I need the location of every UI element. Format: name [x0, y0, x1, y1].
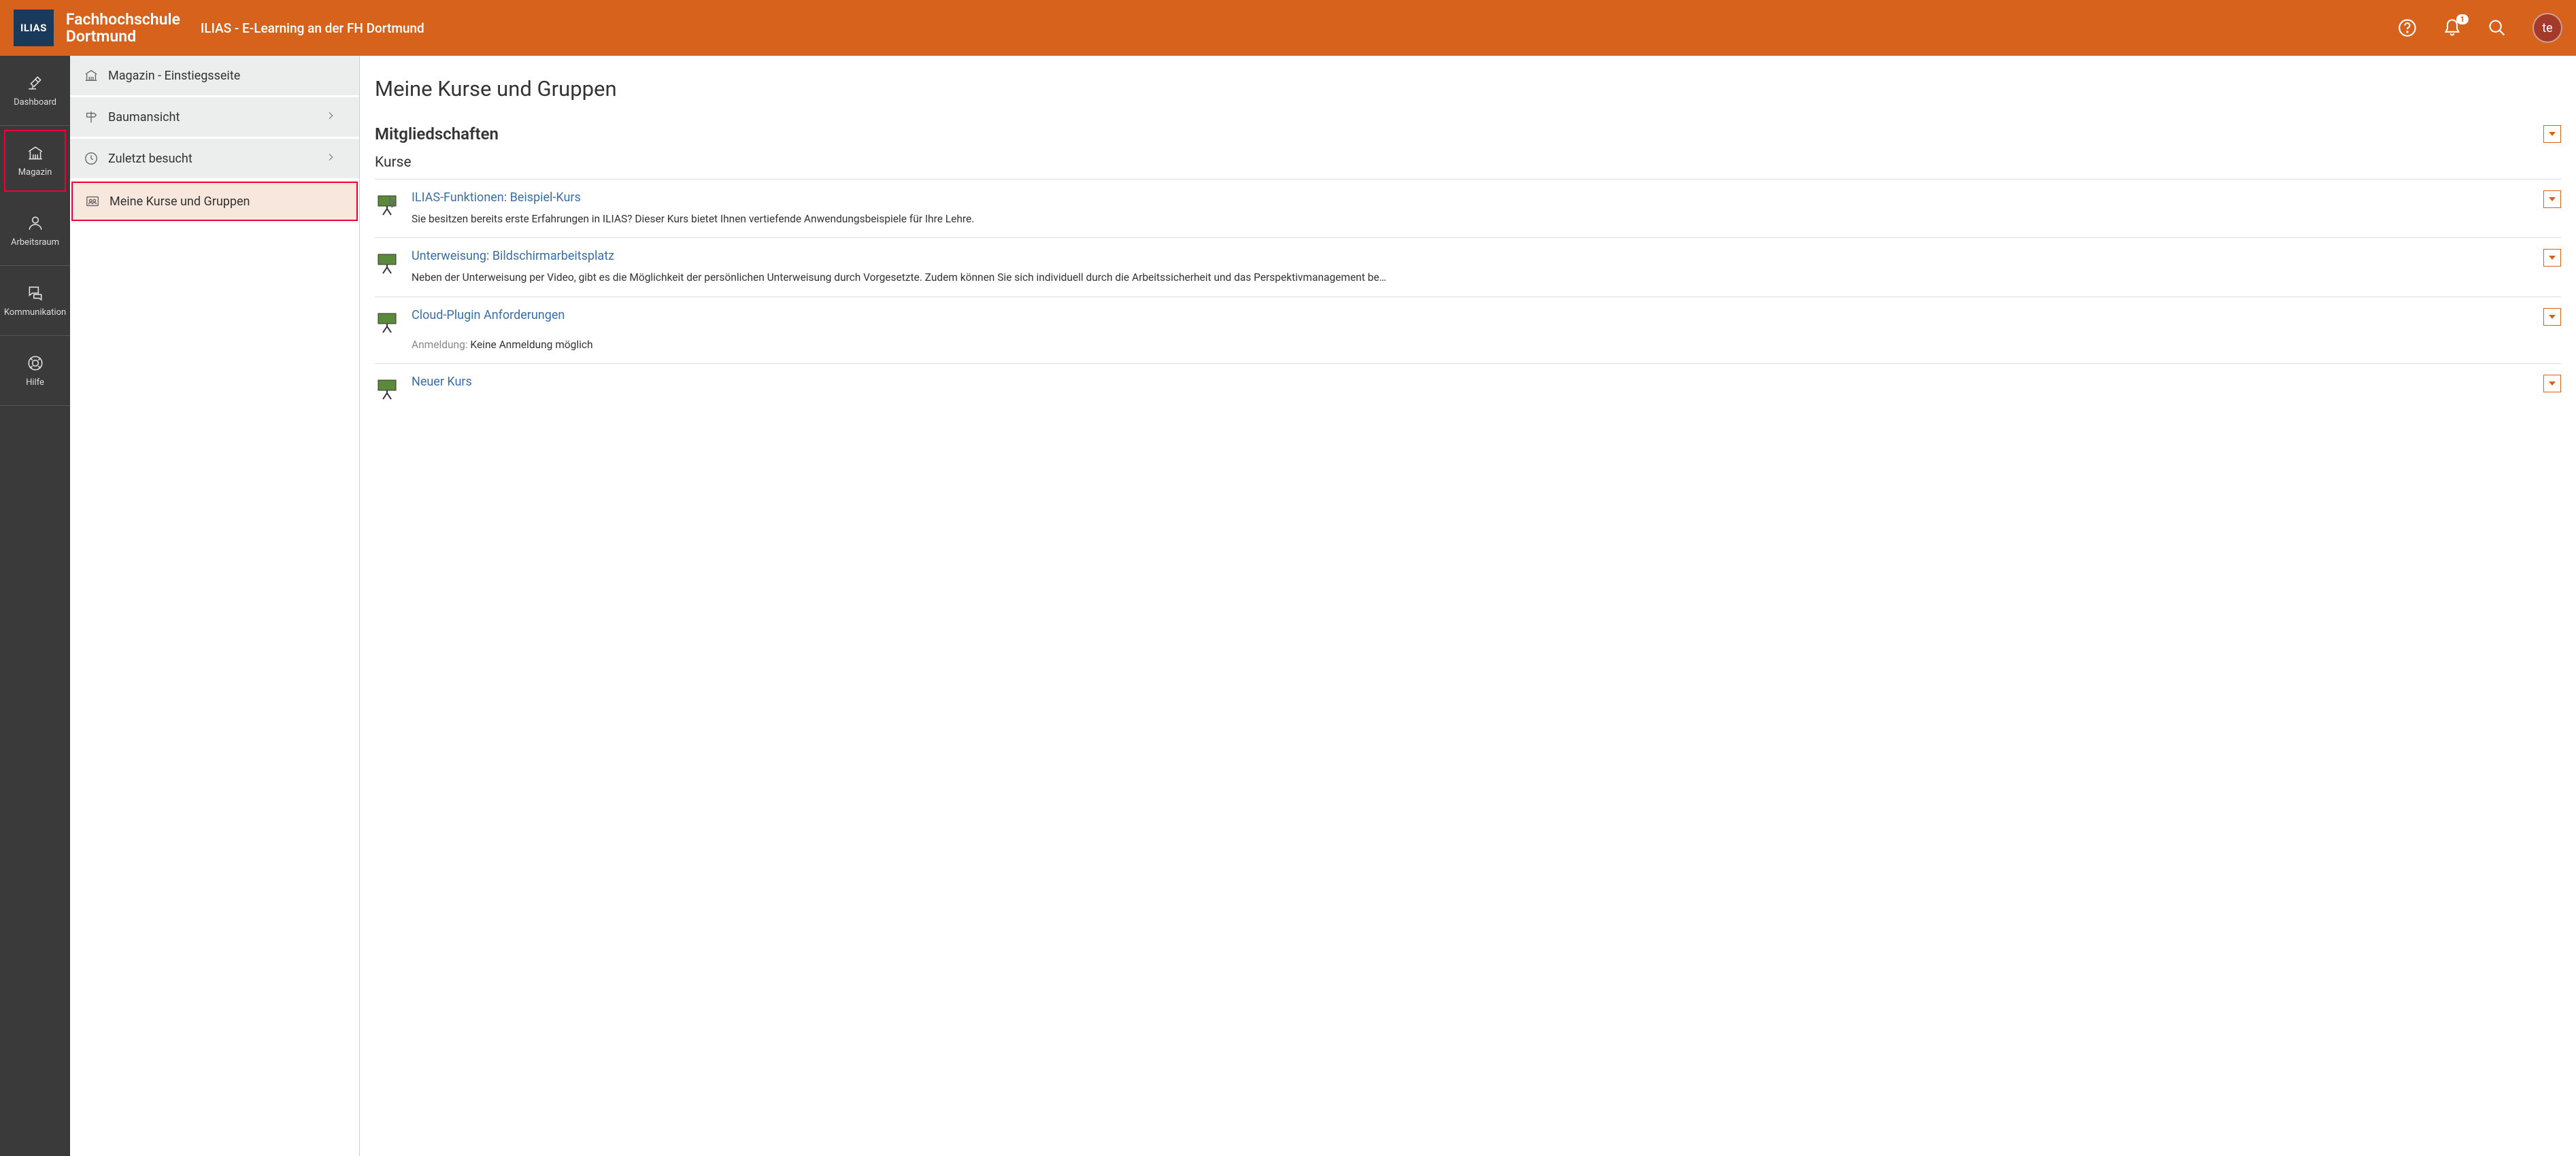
submenu-item-baumansicht[interactable]: Baumansicht — [70, 97, 359, 139]
person-icon — [27, 214, 44, 232]
sidebar-label: Hilfe — [26, 377, 44, 388]
workspace: Dashboard Magazin Arbeitsraum Kommunikat… — [0, 56, 2576, 1156]
course-dropdown-button[interactable] — [2543, 308, 2561, 326]
course-list: ILIAS-Funktionen: Beispiel-Kurs Sie besi… — [375, 179, 2561, 414]
course-item: Unterweisung: Bildschirmarbeitsplatz Neb… — [375, 237, 2561, 296]
sidebar-item-dashboard[interactable]: Dashboard — [0, 56, 70, 126]
course-dropdown-button[interactable] — [2543, 249, 2561, 267]
course-meta-value: Keine Anmeldung möglich — [470, 339, 592, 351]
submenu-item-zuletzt[interactable]: Zuletzt besucht — [70, 139, 359, 180]
course-description: Neben der Unterweisung per Video, gibt e… — [412, 270, 2531, 285]
main-sidebar: Dashboard Magazin Arbeitsraum Kommunikat… — [0, 56, 70, 1156]
submenu-label: Meine Kurse und Gruppen — [110, 194, 250, 209]
org-name: Fachhochschule Dortmund — [66, 11, 180, 46]
course-title-link[interactable]: Cloud-Plugin Anforderungen — [412, 308, 2531, 322]
notification-badge: 1 — [2456, 14, 2469, 24]
section-header: Mitgliedschaften — [375, 124, 2561, 143]
app-header: ILIAS Fachhochschule Dortmund ILIAS - E-… — [0, 0, 2576, 56]
easel-icon — [375, 376, 399, 401]
cursor-pointer-icon — [385, 197, 397, 211]
search-icon — [2488, 18, 2507, 37]
org-line2: Dortmund — [66, 27, 136, 46]
page-title: Meine Kurse und Gruppen — [375, 76, 2561, 101]
course-icon — [375, 376, 399, 403]
sidebar-item-arbeitsraum[interactable]: Arbeitsraum — [0, 196, 70, 266]
course-item: ILIAS-Funktionen: Beispiel-Kurs Sie besi… — [375, 179, 2561, 237]
group-icon — [85, 194, 100, 209]
org-line1: Fachhochschule — [66, 10, 180, 29]
user-avatar[interactable]: te — [2532, 13, 2562, 43]
course-body: ILIAS-Funktionen: Beispiel-Kurs Sie besi… — [412, 190, 2531, 226]
course-title-link[interactable]: Neuer Kurs — [412, 375, 2531, 389]
course-meta: Anmeldung: Keine Anmeldung möglich — [412, 337, 2531, 352]
course-title-link[interactable]: ILIAS-Funktionen: Beispiel-Kurs — [412, 190, 2531, 205]
sidebar-item-kommunikation[interactable]: Kommunikation — [0, 266, 70, 336]
caret-down-icon — [2549, 315, 2556, 319]
section-dropdown-button[interactable] — [2543, 125, 2561, 143]
course-item: Neuer Kurs — [375, 363, 2561, 414]
help-icon — [2398, 18, 2417, 37]
section-title: Mitgliedschaften — [375, 124, 499, 143]
chevron-right-icon — [325, 152, 346, 166]
caret-down-icon — [2549, 197, 2556, 201]
notifications-button[interactable]: 1 — [2443, 18, 2462, 37]
submenu-item-einstieg[interactable]: Magazin - Einstiegsseite — [70, 56, 359, 97]
sidebar-item-magazin[interactable]: Magazin — [4, 130, 66, 192]
course-body: Neuer Kurs — [412, 375, 2531, 396]
ilias-logo: ILIAS — [14, 10, 54, 46]
course-dropdown-button[interactable] — [2543, 190, 2561, 208]
search-button[interactable] — [2488, 18, 2507, 37]
building-icon — [84, 68, 99, 83]
caret-down-icon — [2549, 381, 2556, 386]
course-body: Unterweisung: Bildschirmarbeitsplatz Neb… — [412, 249, 2531, 285]
clock-icon — [84, 151, 99, 166]
header-actions: 1 te — [2398, 13, 2562, 43]
gavel-icon — [27, 74, 44, 92]
course-item: Cloud-Plugin Anforderungen Anmeldung: Ke… — [375, 296, 2561, 363]
course-body: Cloud-Plugin Anforderungen Anmeldung: Ke… — [412, 308, 2531, 352]
building-icon — [27, 144, 44, 162]
caret-down-icon — [2549, 132, 2556, 136]
sidebar-label: Kommunikation — [4, 307, 66, 318]
submenu-panel: Magazin - Einstiegsseite Baumansicht Zul… — [70, 56, 360, 1156]
chevron-right-icon — [325, 110, 346, 124]
lifebuoy-icon — [27, 354, 44, 372]
submenu-label: Magazin - Einstiegsseite — [108, 69, 240, 83]
chat-icon — [27, 284, 44, 302]
submenu-label: Zuletzt besucht — [108, 152, 193, 166]
submenu-item-kurse-gruppen[interactable]: Meine Kurse und Gruppen — [71, 182, 358, 221]
app-title: ILIAS - E-Learning an der FH Dortmund — [201, 20, 424, 36]
course-icon — [375, 250, 399, 277]
course-meta-label: Anmeldung: — [412, 339, 468, 351]
course-icon — [375, 309, 399, 337]
course-title-link[interactable]: Unterweisung: Bildschirmarbeitsplatz — [412, 249, 2531, 263]
help-button[interactable] — [2398, 18, 2417, 37]
easel-icon — [375, 250, 399, 275]
course-dropdown-button[interactable] — [2543, 375, 2561, 392]
course-description: Sie besitzen bereits erste Erfahrungen i… — [412, 211, 2531, 226]
sidebar-label: Dashboard — [14, 97, 56, 107]
signpost-icon — [84, 109, 99, 124]
submenu-label: Baumansicht — [108, 110, 180, 124]
sidebar-label: Arbeitsraum — [11, 237, 59, 248]
caret-down-icon — [2549, 256, 2556, 260]
main-content: Meine Kurse und Gruppen Mitgliedschaften… — [360, 56, 2576, 1156]
sidebar-item-hilfe[interactable]: Hilfe — [0, 336, 70, 406]
subsection-title: Kurse — [375, 154, 2561, 171]
sidebar-label: Magazin — [18, 167, 52, 177]
easel-icon — [375, 309, 399, 334]
